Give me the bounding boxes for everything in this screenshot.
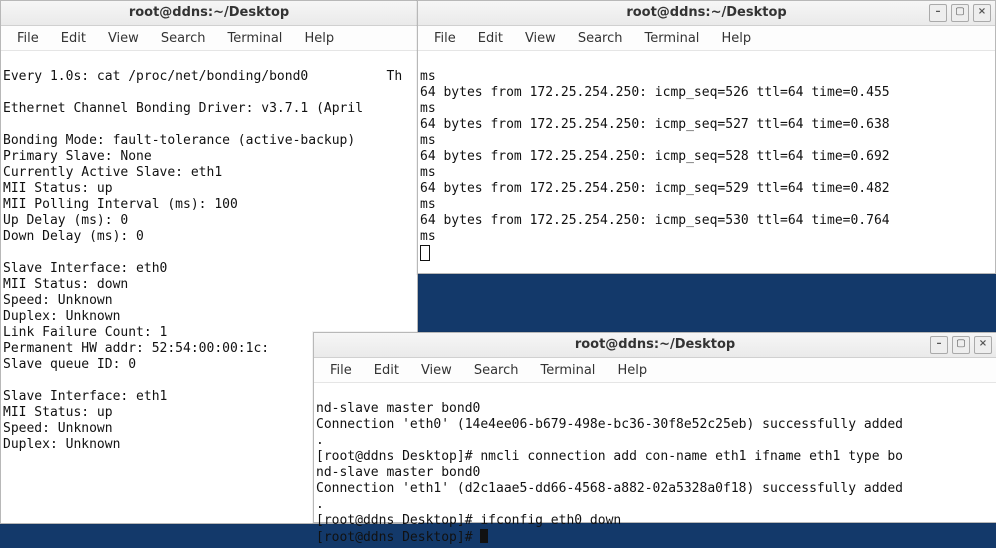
menu-edit[interactable]: Edit (364, 361, 409, 380)
menu-terminal[interactable]: Terminal (530, 361, 605, 380)
terminal-line: Ethernet Channel Bonding Driver: v3.7.1 … (3, 101, 363, 116)
menu-file[interactable]: File (7, 29, 49, 48)
terminal-line: MII Status: up (3, 405, 113, 420)
terminal-output[interactable]: nd-slave master bond0 Connection 'eth0' … (314, 383, 996, 548)
terminal-line: Up Delay (ms): 0 (3, 213, 128, 228)
terminal-line: Duplex: Unknown (3, 309, 120, 324)
menu-view[interactable]: View (515, 29, 566, 48)
terminal-line: MII Status: up (3, 181, 113, 196)
terminal-line: 64 bytes from 172.25.254.250: icmp_seq=5… (420, 181, 897, 196)
menu-search[interactable]: Search (151, 29, 216, 48)
window-controls: – ▢ × (929, 4, 991, 22)
terminal-line: [root@ddns Desktop]# ifconfig eth0 down (316, 513, 621, 528)
maximize-icon[interactable]: ▢ (951, 4, 969, 22)
terminal-line: Slave Interface: eth0 (3, 261, 167, 276)
menubar: File Edit View Search Terminal Help (314, 358, 996, 383)
menu-help[interactable]: Help (294, 29, 344, 48)
terminal-line: 64 bytes from 172.25.254.250: icmp_seq=5… (420, 85, 897, 100)
menu-terminal[interactable]: Terminal (217, 29, 292, 48)
maximize-icon[interactable]: ▢ (952, 336, 970, 354)
menu-file[interactable]: File (424, 29, 466, 48)
menu-help[interactable]: Help (711, 29, 761, 48)
menu-edit[interactable]: Edit (51, 29, 96, 48)
terminal-line: 64 bytes from 172.25.254.250: icmp_seq=5… (420, 213, 897, 228)
terminal-line: Every 1.0s: cat /proc/net/bonding/bond0 … (3, 69, 402, 84)
menu-search[interactable]: Search (464, 361, 529, 380)
terminal-line: ms (420, 101, 436, 116)
terminal-line: nd-slave master bond0 (316, 465, 480, 480)
window-title: root@ddns:~/Desktop (129, 5, 289, 20)
terminal-line: 64 bytes from 172.25.254.250: icmp_seq=5… (420, 149, 897, 164)
terminal-line: . (316, 433, 324, 448)
titlebar[interactable]: root@ddns:~/Desktop – ▢ × (418, 1, 995, 26)
terminal-window-3: root@ddns:~/Desktop – ▢ × File Edit View… (313, 332, 996, 523)
terminal-line: Slave Interface: eth1 (3, 389, 167, 404)
minimize-icon[interactable]: – (929, 4, 947, 22)
cursor-icon (420, 245, 430, 261)
window-title: root@ddns:~/Desktop (575, 337, 735, 352)
menu-help[interactable]: Help (607, 361, 657, 380)
terminal-line: Currently Active Slave: eth1 (3, 165, 222, 180)
terminal-line: Connection 'eth0' (14e4ee06-b679-498e-bc… (316, 417, 903, 432)
menu-file[interactable]: File (320, 361, 362, 380)
window-title: root@ddns:~/Desktop (626, 5, 786, 20)
menu-edit[interactable]: Edit (468, 29, 513, 48)
terminal-line: ms (420, 133, 436, 148)
terminal-output[interactable]: ms 64 bytes from 172.25.254.250: icmp_se… (418, 51, 995, 266)
menubar: File Edit View Search Terminal Help (418, 26, 995, 51)
window-controls: – ▢ × (930, 336, 992, 354)
titlebar[interactable]: root@ddns:~/Desktop (1, 1, 417, 26)
terminal-line: . (316, 497, 324, 512)
terminal-window-2: root@ddns:~/Desktop – ▢ × File Edit View… (417, 0, 996, 274)
terminal-line: nd-slave master bond0 (316, 401, 480, 416)
terminal-line: Primary Slave: None (3, 149, 152, 164)
close-icon[interactable]: × (974, 336, 992, 354)
terminal-line: ms (420, 165, 436, 180)
menubar: File Edit View Search Terminal Help (1, 26, 417, 51)
terminal-line: Slave queue ID: 0 (3, 357, 136, 372)
terminal-line: ms (420, 69, 436, 84)
menu-view[interactable]: View (98, 29, 149, 48)
terminal-line: [root@ddns Desktop]# nmcli connection ad… (316, 449, 903, 464)
cursor-icon (480, 529, 488, 543)
menu-view[interactable]: View (411, 361, 462, 380)
terminal-line: MII Polling Interval (ms): 100 (3, 197, 238, 212)
terminal-line: MII Status: down (3, 277, 128, 292)
menu-search[interactable]: Search (568, 29, 633, 48)
minimize-icon[interactable]: – (930, 336, 948, 354)
terminal-line: Link Failure Count: 1 (3, 325, 167, 340)
close-icon[interactable]: × (973, 4, 991, 22)
menu-terminal[interactable]: Terminal (634, 29, 709, 48)
terminal-line: ms (420, 229, 436, 244)
titlebar[interactable]: root@ddns:~/Desktop – ▢ × (314, 333, 996, 358)
terminal-line: Down Delay (ms): 0 (3, 229, 144, 244)
terminal-line: Duplex: Unknown (3, 437, 120, 452)
terminal-line: [root@ddns Desktop]# (316, 530, 480, 545)
terminal-line: Speed: Unknown (3, 421, 113, 436)
terminal-line: ms (420, 197, 436, 212)
terminal-line: Bonding Mode: fault-tolerance (active-ba… (3, 133, 355, 148)
terminal-line: Speed: Unknown (3, 293, 113, 308)
terminal-line: Connection 'eth1' (d2c1aae5-dd66-4568-a8… (316, 481, 903, 496)
terminal-line: Permanent HW addr: 52:54:00:00:1c: (3, 341, 269, 356)
terminal-line: 64 bytes from 172.25.254.250: icmp_seq=5… (420, 117, 897, 132)
